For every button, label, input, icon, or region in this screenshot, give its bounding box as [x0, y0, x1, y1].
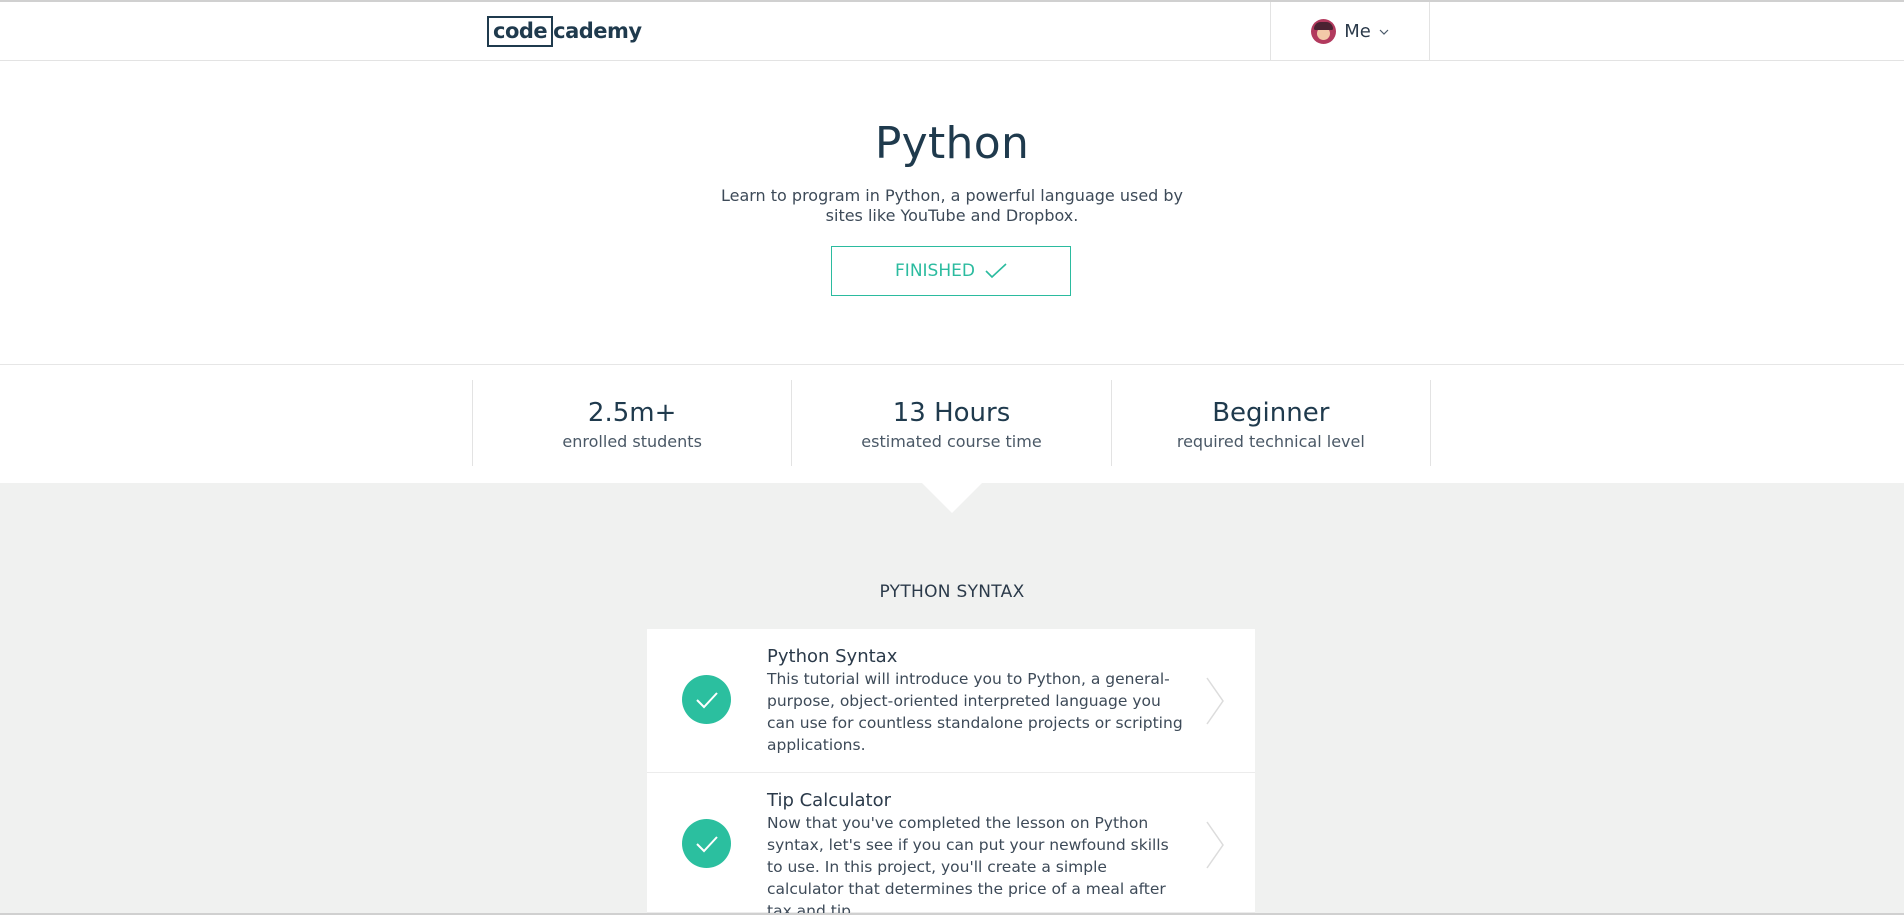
finished-label: FINISHED	[895, 261, 975, 281]
lesson-description: Now that you've completed the lesson on …	[767, 814, 1169, 915]
user-menu-label: Me	[1344, 21, 1371, 42]
check-circle-icon	[682, 675, 731, 724]
section-title: PYTHON SYNTAX	[879, 582, 1025, 602]
logo-boxed-text: code	[487, 16, 554, 47]
pointer-notch	[922, 483, 982, 513]
checkmark-icon	[985, 263, 1007, 279]
lesson-item-tip-calculator[interactable]: Tip Calculator Now that you've completed…	[647, 773, 1255, 915]
logo-rest-text: cademy	[553, 18, 642, 43]
course-description: Learn to program in Python, a powerful l…	[720, 186, 1184, 225]
lesson-title: Python Syntax	[767, 646, 898, 667]
lesson-title: Tip Calculator	[767, 790, 891, 811]
user-menu[interactable]: Me	[1270, 2, 1430, 61]
chevron-right-icon[interactable]	[1205, 676, 1225, 726]
stat-label: enrolled students	[562, 432, 702, 451]
stat-value: 13 Hours	[892, 398, 1011, 428]
chevron-down-icon	[1379, 26, 1389, 39]
finished-button[interactable]: FINISHED	[831, 246, 1071, 296]
course-stats: 2.5m+ enrolled students 13 Hours estimat…	[472, 380, 1431, 466]
stat-value: 2.5m+	[587, 398, 677, 428]
lesson-description: This tutorial will introduce you to Pyth…	[767, 670, 1183, 754]
user-avatar	[1311, 19, 1337, 44]
codecademy-logo[interactable]: code cademy	[487, 15, 642, 48]
stat-technical-level: Beginner required technical level	[1110, 380, 1431, 466]
check-circle-icon	[682, 819, 731, 868]
site-header: code cademy Me	[0, 2, 1904, 61]
stat-course-time: 13 Hours estimated course time	[791, 380, 1110, 466]
lesson-item-python-syntax[interactable]: Python Syntax This tutorial will introdu…	[647, 629, 1255, 773]
stat-value: Beginner	[1212, 398, 1330, 428]
hero-divider	[0, 364, 1904, 365]
stat-enrolled: 2.5m+ enrolled students	[472, 380, 791, 466]
chevron-right-icon[interactable]	[1205, 820, 1225, 870]
stat-label: estimated course time	[861, 432, 1042, 451]
stat-label: required technical level	[1176, 432, 1365, 451]
course-title: Python	[874, 118, 1030, 169]
lesson-list: Python Syntax This tutorial will introdu…	[647, 629, 1255, 915]
